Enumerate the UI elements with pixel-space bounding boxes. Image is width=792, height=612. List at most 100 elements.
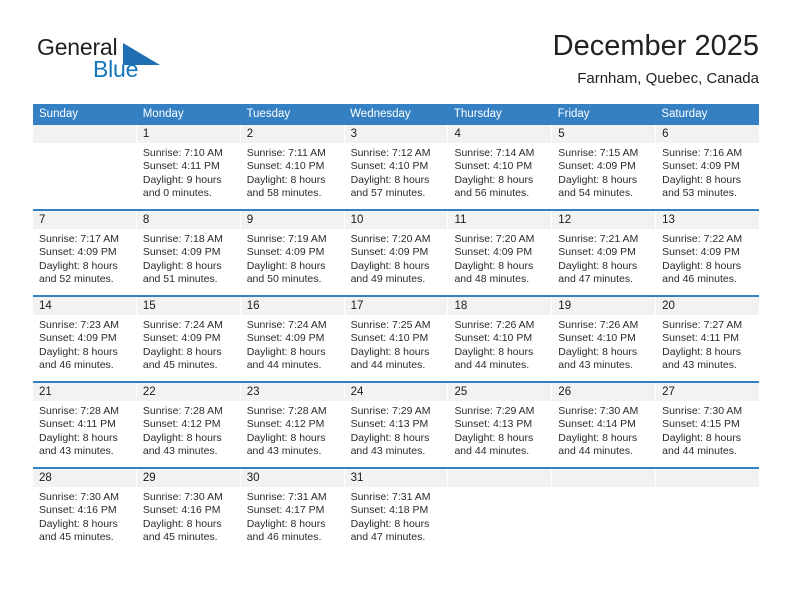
- day-number: 1: [136, 125, 240, 143]
- calendar-week-row: 21 Sunrise: 7:28 AM Sunset: 4:11 PM Dayligh…: [33, 381, 760, 467]
- day-detail-line: Sunrise: 7:15 AM: [558, 147, 639, 159]
- day-number: 5: [552, 125, 656, 143]
- day-detail-line: and 50 minutes.: [246, 273, 322, 286]
- day-cell[interactable]: 18 Sunrise: 7:26 AM Sunset: 4:10 PM Dayligh…: [448, 297, 553, 381]
- calendar-week-row: 1 Sunrise: 7:10 AM Sunset: 4:11 PM Daylight…: [33, 125, 760, 209]
- day-cell[interactable]: 10 Sunrise: 7:20 AM Sunset: 4:09 PM Dayligh…: [344, 211, 449, 295]
- day-cell[interactable]: 29 Sunrise: 7:30 AM Sunset: 4:16 PM Dayligh…: [136, 469, 241, 553]
- day-cell[interactable]: 9 Sunrise: 7:19 AM Sunset: 4:09 PM Daylight…: [240, 211, 345, 295]
- day-cell[interactable]: 14 Sunrise: 7:23 AM Sunset: 4:09 PM Dayligh…: [33, 297, 137, 381]
- day-detail-line: Sunrise: 7:11 AM: [246, 147, 326, 159]
- day-cell[interactable]: 15 Sunrise: 7:24 AM Sunset: 4:09 PM Dayligh…: [136, 297, 241, 381]
- day-cell[interactable]: 2 Sunrise: 7:11 AM Sunset: 4:10 PM Daylight…: [240, 125, 345, 209]
- day-details: Sunrise: 7:18 AM Sunset: 4:09 PM Daylight:…: [137, 229, 240, 295]
- day-details: [552, 487, 655, 553]
- day-details: Sunrise: 7:31 AM Sunset: 4:18 PM Daylight:…: [345, 487, 448, 553]
- day-details: Sunrise: 7:23 AM Sunset: 4:09 PM Daylight:…: [33, 315, 136, 381]
- day-cell[interactable]: 19 Sunrise: 7:26 AM Sunset: 4:10 PM Dayligh…: [552, 297, 657, 381]
- day-detail-line: and 44 minutes.: [350, 359, 426, 372]
- weekday-header-friday: Friday: [557, 108, 590, 120]
- day-cell[interactable]: 6 Sunrise: 7:16 AM Sunset: 4:09 PM Daylight…: [656, 125, 760, 209]
- day-detail-line: Sunset: 4:13 PM: [350, 418, 429, 431]
- day-cell[interactable]: 7 Sunrise: 7:17 AM Sunset: 4:09 PM Daylight…: [33, 211, 137, 295]
- day-detail-line: Sunset: 4:09 PM: [246, 332, 325, 345]
- day-detail-line: and 46 minutes.: [662, 273, 737, 286]
- day-cell-empty: [552, 469, 657, 553]
- day-detail-line: and 49 minutes.: [350, 273, 426, 286]
- day-cell[interactable]: 4 Sunrise: 7:14 AM Sunset: 4:10 PM Daylight…: [448, 125, 553, 209]
- day-detail-line: Daylight: 8 hours: [662, 173, 741, 186]
- day-details: Sunrise: 7:28 AM Sunset: 4:11 PM Daylight:…: [33, 401, 136, 467]
- day-cell[interactable]: 12 Sunrise: 7:21 AM Sunset: 4:09 PM Dayligh…: [552, 211, 657, 295]
- day-detail-line: Daylight: 8 hours: [662, 345, 741, 358]
- general-blue-logo[interactable]: General Blue: [37, 34, 177, 92]
- day-cell[interactable]: 31 Sunrise: 7:31 AM Sunset: 4:18 PM Dayligh…: [344, 469, 449, 553]
- day-cell[interactable]: 21 Sunrise: 7:28 AM Sunset: 4:11 PM Dayligh…: [33, 383, 137, 467]
- day-cell[interactable]: 22 Sunrise: 7:28 AM Sunset: 4:12 PM Dayligh…: [136, 383, 241, 467]
- day-detail-line: Sunrise: 7:22 AM: [662, 233, 743, 245]
- day-cell[interactable]: 28 Sunrise: 7:30 AM Sunset: 4:16 PM Dayligh…: [33, 469, 137, 553]
- day-cell[interactable]: 26 Sunrise: 7:30 AM Sunset: 4:14 PM Dayligh…: [552, 383, 657, 467]
- day-cell[interactable]: 27 Sunrise: 7:30 AM Sunset: 4:15 PM Dayligh…: [656, 383, 760, 467]
- day-details: Sunrise: 7:14 AM Sunset: 4:10 PM Daylight:…: [448, 143, 551, 209]
- day-details: [33, 143, 136, 209]
- day-details: Sunrise: 7:24 AM Sunset: 4:09 PM Daylight:…: [241, 315, 344, 381]
- day-detail-line: Sunrise: 7:29 AM: [454, 405, 535, 417]
- weekday-header-wednesday: Wednesday: [350, 108, 411, 120]
- day-detail-line: and 0 minutes.: [142, 187, 212, 200]
- calendar-week-row: 14 Sunrise: 7:23 AM Sunset: 4:09 PM Dayligh…: [33, 295, 760, 381]
- day-number: 8: [136, 211, 240, 229]
- day-detail-line: Sunset: 4:10 PM: [246, 160, 325, 173]
- day-details: Sunrise: 7:30 AM Sunset: 4:15 PM Daylight:…: [656, 401, 759, 467]
- day-detail-line: Sunrise: 7:14 AM: [454, 147, 535, 159]
- day-detail-line: Daylight: 8 hours: [350, 259, 430, 272]
- day-detail-line: Daylight: 8 hours: [39, 345, 118, 358]
- day-cell[interactable]: 30 Sunrise: 7:31 AM Sunset: 4:17 PM Dayligh…: [240, 469, 345, 553]
- day-cell[interactable]: 20 Sunrise: 7:27 AM Sunset: 4:11 PM Dayligh…: [656, 297, 760, 381]
- weekday-header-tuesday: Tuesday: [246, 108, 291, 120]
- day-number: 20: [656, 297, 760, 315]
- day-detail-line: Daylight: 8 hours: [246, 517, 326, 530]
- day-detail-line: Daylight: 8 hours: [558, 431, 638, 444]
- day-cell[interactable]: 13 Sunrise: 7:22 AM Sunset: 4:09 PM Dayligh…: [656, 211, 760, 295]
- location-subtitle: Farnham, Quebec, Canada: [577, 70, 759, 87]
- day-cell[interactable]: 11 Sunrise: 7:20 AM Sunset: 4:09 PM Dayligh…: [448, 211, 553, 295]
- day-cell[interactable]: 24 Sunrise: 7:29 AM Sunset: 4:13 PM Dayligh…: [344, 383, 449, 467]
- day-detail-line: Daylight: 8 hours: [142, 517, 222, 530]
- day-detail-line: and 51 minutes.: [142, 273, 218, 286]
- day-number: [33, 125, 136, 143]
- day-detail-line: and 44 minutes.: [558, 445, 634, 458]
- day-detail-line: Sunset: 4:09 PM: [39, 332, 117, 345]
- day-cell[interactable]: 5 Sunrise: 7:15 AM Sunset: 4:09 PM Daylight…: [552, 125, 657, 209]
- calendar-weeks: 1 Sunrise: 7:10 AM Sunset: 4:11 PM Daylight…: [33, 125, 760, 553]
- day-detail-line: Sunset: 4:12 PM: [246, 418, 325, 431]
- day-details: Sunrise: 7:20 AM Sunset: 4:09 PM Daylight:…: [448, 229, 551, 295]
- day-detail-line: Daylight: 8 hours: [39, 259, 118, 272]
- day-cell-empty: [33, 125, 137, 209]
- day-cell[interactable]: 1 Sunrise: 7:10 AM Sunset: 4:11 PM Daylight…: [136, 125, 241, 209]
- day-detail-line: Daylight: 8 hours: [662, 431, 741, 444]
- day-cell[interactable]: 17 Sunrise: 7:25 AM Sunset: 4:10 PM Dayligh…: [344, 297, 449, 381]
- day-number: 26: [552, 383, 656, 401]
- day-cell-empty: [448, 469, 553, 553]
- day-cell[interactable]: 8 Sunrise: 7:18 AM Sunset: 4:09 PM Daylight…: [136, 211, 241, 295]
- day-detail-line: Daylight: 8 hours: [39, 431, 118, 444]
- day-cell[interactable]: 23 Sunrise: 7:28 AM Sunset: 4:12 PM Dayligh…: [240, 383, 345, 467]
- day-detail-line: Daylight: 8 hours: [558, 259, 638, 272]
- day-details: [448, 487, 551, 553]
- day-details: Sunrise: 7:21 AM Sunset: 4:09 PM Daylight:…: [552, 229, 655, 295]
- day-details: Sunrise: 7:31 AM Sunset: 4:17 PM Daylight:…: [241, 487, 344, 553]
- day-number: 28: [33, 469, 136, 487]
- day-details: Sunrise: 7:28 AM Sunset: 4:12 PM Daylight:…: [137, 401, 240, 467]
- day-detail-line: Sunrise: 7:31 AM: [246, 491, 327, 503]
- logo-text-blue: Blue: [93, 56, 139, 82]
- day-cell[interactable]: 25 Sunrise: 7:29 AM Sunset: 4:13 PM Dayligh…: [448, 383, 553, 467]
- day-number: 24: [344, 383, 448, 401]
- day-details: Sunrise: 7:20 AM Sunset: 4:09 PM Daylight:…: [345, 229, 448, 295]
- day-number: 23: [240, 383, 344, 401]
- day-number: 27: [656, 383, 760, 401]
- day-detail-line: Sunrise: 7:20 AM: [454, 233, 535, 245]
- day-cell[interactable]: 3 Sunrise: 7:12 AM Sunset: 4:10 PM Daylight…: [344, 125, 449, 209]
- day-detail-line: Sunrise: 7:24 AM: [142, 319, 223, 331]
- day-cell[interactable]: 16 Sunrise: 7:24 AM Sunset: 4:09 PM Dayligh…: [240, 297, 345, 381]
